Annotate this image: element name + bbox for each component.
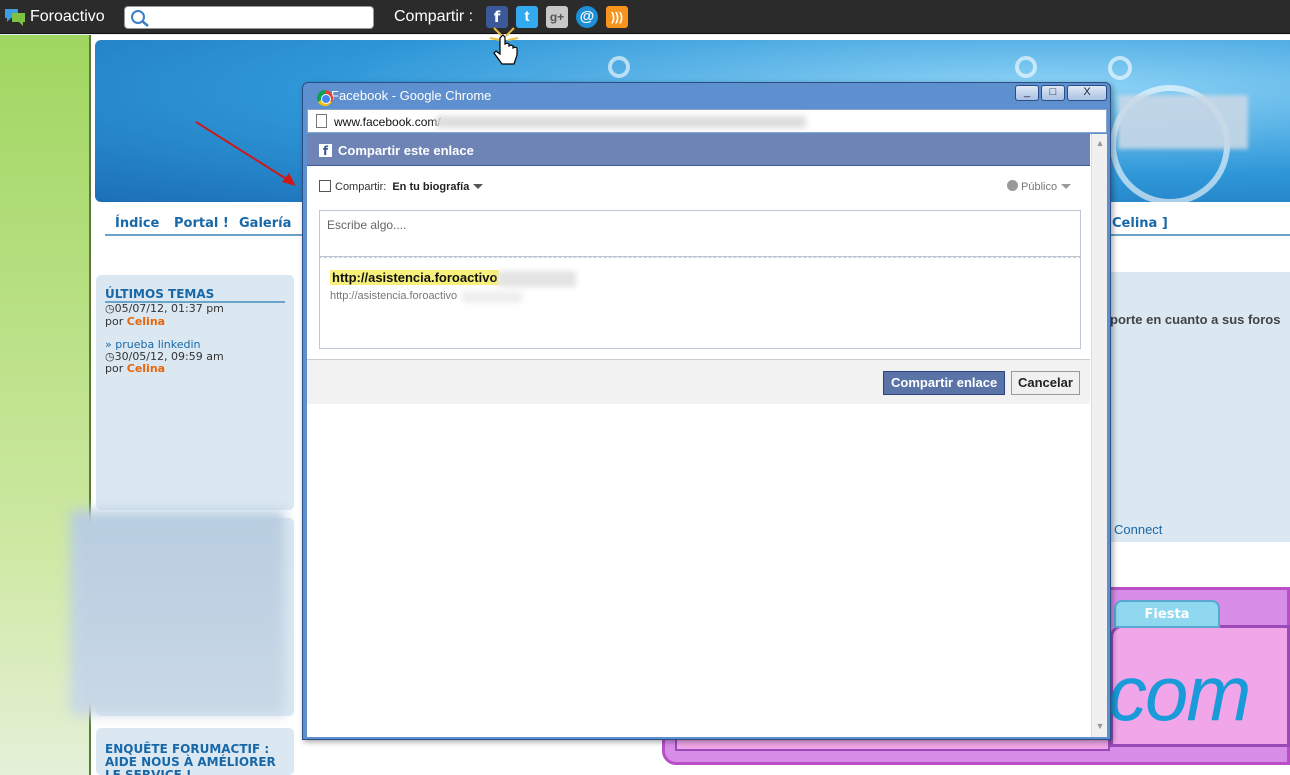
author-link[interactable]: Celina — [127, 315, 165, 328]
scrollbar[interactable]: ▲ ▼ — [1091, 134, 1107, 737]
topic-date: ◷05/07/12, 01:37 pm — [105, 302, 224, 315]
nav-link-portal[interactable]: Portal ! — [174, 216, 229, 231]
share-link-button[interactable]: Compartir enlace — [883, 371, 1006, 395]
latest-topics-title: ÚLTIMOS TEMAS — [105, 287, 215, 301]
banner-decoration — [1108, 56, 1132, 80]
blurred-link — [462, 291, 522, 303]
cancel-button[interactable]: Cancelar — [1011, 371, 1080, 395]
share-target-row: Compartir: En tu biografía — [319, 180, 484, 193]
share-label: Compartir : — [394, 8, 474, 25]
brand-name[interactable]: Foroactivo — [30, 8, 105, 26]
topic-author-line: por Celina — [105, 362, 165, 375]
connect-link[interactable]: Connect — [1114, 522, 1162, 537]
foroactivo-logo-icon[interactable] — [4, 7, 26, 27]
audience-label[interactable]: Público — [1021, 181, 1057, 193]
forum-welcome-text: porte en cuanto a sus foros — [1110, 312, 1281, 327]
annotation-arrow-icon — [195, 121, 296, 186]
chrome-icon — [317, 90, 333, 106]
author-link[interactable]: Celina — [127, 362, 165, 375]
facebook-icon: f — [319, 144, 332, 158]
scroll-down-icon[interactable]: ▼ — [1094, 719, 1106, 733]
search-icon — [131, 10, 149, 27]
maximize-button[interactable]: □ — [1041, 85, 1065, 101]
chevron-down-icon[interactable] — [473, 184, 484, 189]
share-target-label: Compartir: — [335, 181, 387, 193]
popup-content: f Compartir este enlace Compartir: En tu … — [307, 134, 1107, 737]
blurred-banner-area — [1118, 95, 1248, 149]
share-target-select[interactable]: En tu biografía — [392, 181, 469, 193]
address-bar[interactable]: www.facebook.com/ — [307, 109, 1107, 133]
banner-decoration — [608, 56, 630, 78]
blurred-url — [436, 116, 806, 128]
window-title: Facebook - Google Chrome — [331, 88, 492, 103]
globe-icon — [1007, 180, 1018, 191]
address-url[interactable]: www.facebook.com/ — [334, 115, 441, 129]
share-dialog-footer: Compartir enlace Cancelar — [307, 359, 1090, 404]
clock-icon: ◷ — [105, 302, 115, 315]
banner-decoration — [1015, 56, 1037, 78]
google-plus-icon[interactable]: g+ — [546, 6, 568, 28]
search-input[interactable] — [124, 6, 374, 29]
share-dialog-header: f Compartir este enlace — [307, 134, 1090, 166]
hand-cursor-icon — [489, 27, 519, 65]
topic-author-line: por Celina — [105, 315, 165, 328]
nav-link-user[interactable]: Celina ] — [1112, 216, 1168, 231]
share-icon — [319, 180, 331, 192]
tab-fiesta[interactable]: Fiesta — [1114, 600, 1220, 628]
scroll-up-icon[interactable]: ▲ — [1094, 136, 1106, 150]
nav-link-gallery[interactable]: Galería — [239, 216, 291, 231]
promo-text: com — [1108, 649, 1251, 737]
topic-date-text: 05/07/12, 01:37 pm — [114, 302, 224, 315]
nav-link-index[interactable]: Índice — [115, 216, 159, 231]
email-icon[interactable]: @ — [576, 6, 598, 28]
blurred-link — [498, 271, 576, 287]
link-preview: http://asistencia.foroactivo http://asis… — [319, 257, 1081, 349]
link-preview-title[interactable]: http://asistencia.foroactivo — [330, 270, 500, 285]
share-message-input[interactable]: Escribe algo.... — [319, 210, 1081, 257]
author-prefix: por — [105, 315, 124, 328]
chevron-down-icon[interactable] — [1061, 184, 1072, 189]
survey-title[interactable]: ENQUÊTE FORUMACTIF : AIDE NOUS À AMÉLIOR… — [105, 743, 290, 775]
link-preview-url: http://asistencia.foroactivo — [330, 290, 458, 302]
top-toolbar: Foroactivo Compartir : f t g+ @ ))) — [0, 0, 1290, 34]
author-prefix: por — [105, 362, 124, 375]
close-button[interactable]: X — [1067, 85, 1107, 101]
share-dialog-title: Compartir este enlace — [338, 143, 474, 158]
minimize-button[interactable]: _ — [1015, 85, 1039, 101]
page-icon — [316, 114, 327, 128]
audience-select[interactable]: Público — [1007, 180, 1072, 193]
window-titlebar[interactable]: Facebook - Google Chrome — [311, 86, 491, 106]
blurred-widget — [70, 510, 285, 715]
facebook-share-window: Facebook - Google Chrome _ □ X www.faceb… — [302, 82, 1111, 740]
rss-icon[interactable]: ))) — [606, 6, 628, 28]
